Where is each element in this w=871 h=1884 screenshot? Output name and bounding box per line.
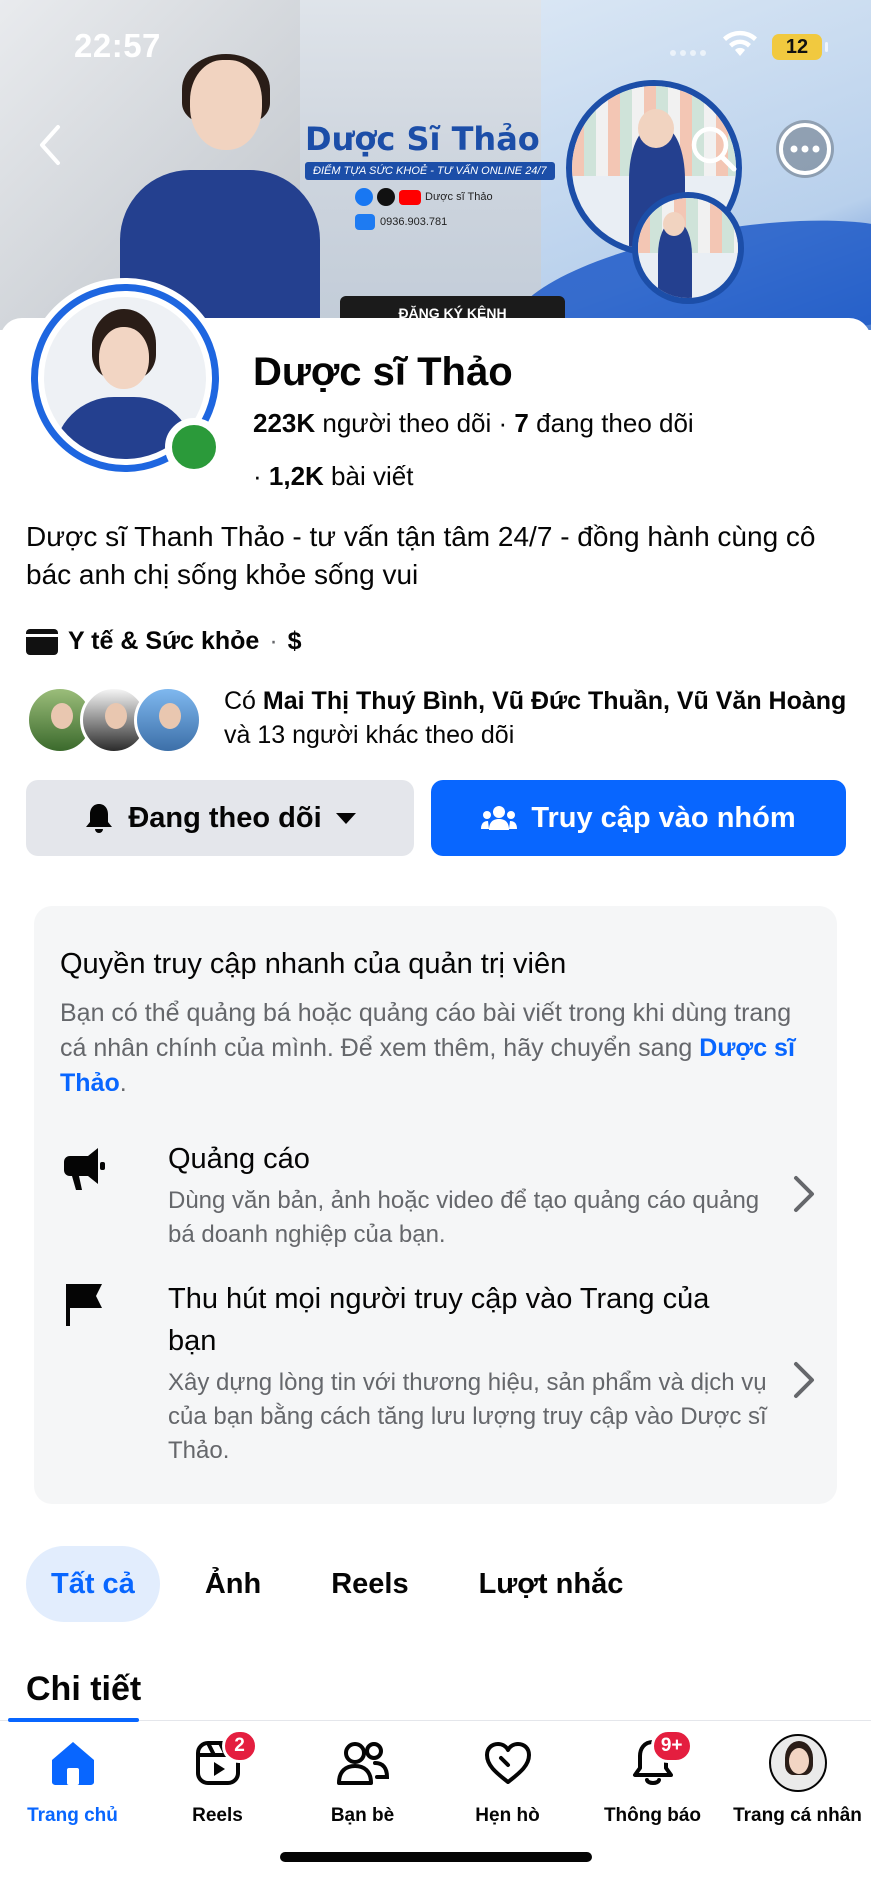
tab-reels[interactable]: Reels <box>306 1546 433 1622</box>
admin-item-drive-traffic[interactable]: Thu hút mọi người truy cập vào Trang của… <box>60 1278 820 1478</box>
visit-group-button[interactable]: Truy cập vào nhóm <box>431 780 846 856</box>
wifi-icon <box>723 30 757 56</box>
admin-item-subtitle: Dùng văn bản, ảnh hoặc video để tạo quản… <box>168 1187 760 1248</box>
mutual-follower-avatar <box>134 686 202 754</box>
cover-social: Dược sĩ Thảo <box>355 188 555 206</box>
chevron-right-icon <box>794 1176 814 1212</box>
search-icon <box>691 126 737 172</box>
profile-nav-avatar <box>768 1734 827 1792</box>
active-tab-indicator <box>8 1718 139 1722</box>
price-range: $ <box>287 627 302 655</box>
profile-posts: · 1,2K bài viết <box>253 461 413 492</box>
nav-label: Trang cá nhân <box>733 1805 862 1826</box>
back-button[interactable] <box>30 120 70 170</box>
details-section-title: Chi tiết <box>26 1670 142 1708</box>
nav-dating[interactable]: Hẹn hò <box>435 1733 580 1843</box>
cover-phone-number: 0936.903.781 <box>380 216 448 228</box>
tab-mentions[interactable]: Lượt nhắc <box>454 1546 649 1622</box>
mutual-prefix: Có <box>224 687 256 715</box>
tiktok-icon <box>377 188 395 206</box>
posts-count: 1,2K <box>268 461 324 491</box>
category-separator: · <box>269 627 278 655</box>
profile-bio: Dược sĩ Thanh Thảo - tư vấn tận tâm 24/7… <box>26 521 816 590</box>
group-icon <box>481 806 518 830</box>
nav-label: Trang chủ <box>27 1805 118 1826</box>
cover-tagline: ĐIỂM TỰA SỨC KHOẺ - TƯ VẤN ONLINE 24/7 <box>305 162 555 180</box>
cover-circle-photo-small <box>632 192 744 304</box>
following-count[interactable]: 7 <box>514 408 528 438</box>
page-name: Dược sĩ Thảo <box>253 350 513 394</box>
followers-label[interactable]: người theo dõi <box>322 408 491 438</box>
home-indicator[interactable] <box>280 1852 592 1862</box>
admin-item-title: Thu hút mọi người truy cập vào Trang của… <box>168 1283 710 1357</box>
bell-icon <box>86 804 113 833</box>
search-button[interactable] <box>685 120 743 178</box>
nav-friends[interactable]: Bạn bè <box>290 1733 435 1843</box>
admin-card-description: Bạn có thể quảng bá hoặc quảng cáo bài v… <box>60 996 800 1101</box>
admin-quick-access-card: Quyền truy cập nhanh của quản trị viên B… <box>34 906 837 1504</box>
battery-indicator: 12 <box>772 34 828 60</box>
nav-label: Bạn bè <box>330 1805 395 1826</box>
friends-icon <box>336 1742 389 1785</box>
category-label: Y tế & Sức khỏe <box>68 627 260 655</box>
online-status-dot <box>165 418 223 476</box>
status-time: 22:57 <box>74 27 161 64</box>
mutual-suffix: và 13 người khác theo dõi <box>224 721 515 749</box>
admin-card-title: Quyền truy cập nhanh của quản trị viên <box>60 948 567 980</box>
cellular-signal-icon <box>670 50 706 56</box>
chevron-left-icon <box>40 125 60 165</box>
home-icon <box>51 1742 94 1785</box>
following-label[interactable]: đang theo dõi <box>536 408 694 438</box>
followers-count[interactable]: 223K <box>253 408 315 438</box>
profile-stats: 223K người theo dõi · 7 đang theo dõi <box>253 408 694 439</box>
facebook-icon <box>355 188 373 206</box>
megaphone-icon <box>64 1148 105 1190</box>
nav-label: Reels <box>192 1805 243 1826</box>
chevron-right-icon <box>794 1362 814 1398</box>
stats-separator: · <box>253 461 269 491</box>
more-icon <box>779 123 831 175</box>
period: . <box>119 1069 127 1097</box>
nav-label: Thông báo <box>603 1805 702 1826</box>
stats-separator: · <box>498 408 515 438</box>
reels-badge: 2 <box>221 1729 258 1763</box>
flag-icon <box>66 1284 102 1326</box>
tab-photos[interactable]: Ảnh <box>180 1546 286 1622</box>
nav-notifications[interactable]: 9+ Thông báo <box>580 1729 725 1843</box>
profile-tabs: Tất cả Ảnh Reels Lượt nhắc <box>26 1546 648 1622</box>
admin-item-title: Quảng cáo <box>168 1143 310 1175</box>
page-category: Y tế & Sức khỏe · $ <box>26 627 302 656</box>
nav-home[interactable]: Trang chủ <box>0 1733 145 1843</box>
caret-down-icon <box>335 812 356 824</box>
nav-reels[interactable]: 2 Reels <box>145 1729 290 1843</box>
heart-icon <box>484 1742 531 1784</box>
cover-brand-name: Dược Sĩ Thảo <box>305 120 540 158</box>
mutual-followers-avatars[interactable] <box>26 684 202 756</box>
more-options-button[interactable] <box>776 120 834 178</box>
nav-profile[interactable]: Trang cá nhân <box>725 1733 870 1843</box>
visit-group-button-label: Truy cập vào nhóm <box>531 801 796 834</box>
admin-item-subtitle: Xây dựng lòng tin với thương hiệu, sản p… <box>168 1369 767 1464</box>
following-button[interactable]: Đang theo dõi <box>26 780 414 856</box>
cover-social-handle: Dược sĩ Thảo <box>425 191 493 203</box>
status-bar: 22:57 12 <box>0 0 871 90</box>
admin-desc-text: Bạn có thể quảng bá hoặc quảng cáo bài v… <box>60 999 792 1062</box>
nav-label: Hẹn hò <box>475 1805 540 1826</box>
cover-brand: Dược Sĩ Thảo ĐIỂM TỰA SỨC KHOẺ - TƯ VẤN … <box>305 120 555 230</box>
zalo-icon <box>355 214 375 230</box>
clapperboard-icon <box>26 628 58 655</box>
following-button-label: Đang theo dõi <box>128 801 322 834</box>
posts-label: bài viết <box>331 461 414 491</box>
cover-phone: 0936.903.781 <box>355 214 555 230</box>
admin-item-ads[interactable]: Quảng cáo Dùng văn bản, ảnh hoặc video đ… <box>60 1138 820 1248</box>
mutual-followers-text[interactable]: Có Mai Thị Thuý Bình, Vũ Đức Thuần, Vũ V… <box>224 684 854 752</box>
mutual-names: Mai Thị Thuý Bình, Vũ Đức Thuần, Vũ Văn … <box>262 687 847 715</box>
youtube-icon <box>399 189 421 205</box>
notifications-badge: 9+ <box>650 1729 693 1763</box>
tab-all[interactable]: Tất cả <box>26 1546 160 1622</box>
